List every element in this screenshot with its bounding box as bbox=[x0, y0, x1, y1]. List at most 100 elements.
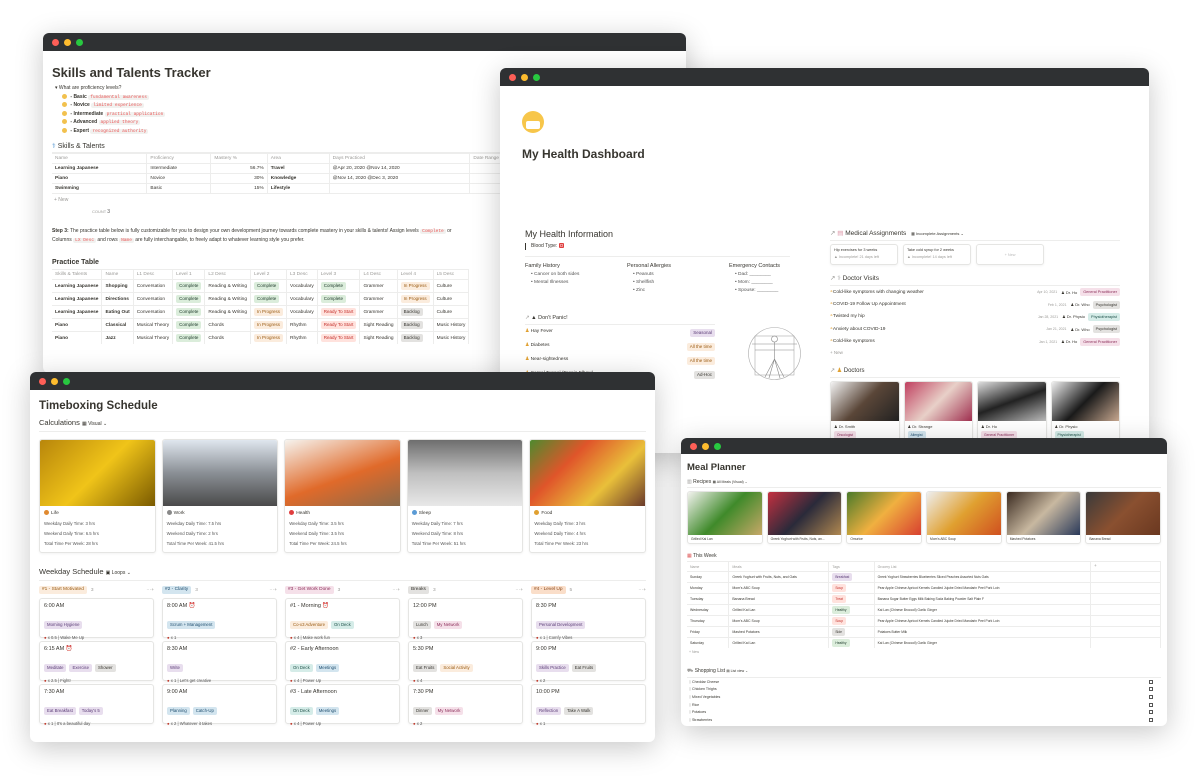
column-add-button[interactable]: + bbox=[274, 588, 277, 593]
table-row[interactable]: Learning Japanese Eating Out Conversation C… bbox=[52, 305, 470, 319]
checkbox[interactable] bbox=[1149, 694, 1153, 699]
table-row[interactable]: Saturday Grilled Kai Lan Healthy Kai Lan (C… bbox=[687, 637, 1161, 648]
column-header[interactable]: Breaks 3 ··· + bbox=[408, 586, 523, 594]
recipe-card[interactable]: Greek Yoghurt with Fruits, Nuts, an... bbox=[766, 491, 843, 544]
cell-name[interactable]: Learning Japanese bbox=[52, 162, 148, 173]
status-tag[interactable]: Complete bbox=[254, 295, 280, 303]
visit-row[interactable]: ◓ Twisted my hip Jan 28, 2021 ♟ Dr. Physio… bbox=[830, 311, 1120, 323]
schedule-card[interactable]: 7:30 PM Dinner My Network ● x 2 bbox=[408, 684, 523, 726]
minimize-window-button[interactable] bbox=[51, 377, 58, 385]
maximize-window-button[interactable] bbox=[76, 38, 83, 46]
status-tag[interactable]: Complete bbox=[320, 282, 347, 290]
column-header[interactable]: Name bbox=[687, 561, 730, 572]
column-header[interactable]: Name bbox=[52, 152, 148, 163]
condition-row[interactable]: ♟ Near-sightedness All the time bbox=[525, 354, 715, 367]
checkbox[interactable] bbox=[1149, 717, 1153, 722]
table-row[interactable]: Sunday Greek Yoghurt with Fruits, Nuts, a… bbox=[687, 571, 1161, 583]
column-header[interactable]: #4 - Level Up 5 ··· + bbox=[531, 586, 646, 594]
table-row[interactable]: Piano Classical Musical Theory Complete Chor… bbox=[52, 318, 470, 332]
column-header[interactable]: Proficiency bbox=[146, 152, 212, 163]
close-window-button[interactable] bbox=[690, 442, 697, 450]
table-row[interactable]: Monday Mom's ABC Soup Soup Pear Apple Chine… bbox=[687, 582, 1161, 594]
status-tag[interactable]: Backlog bbox=[400, 334, 423, 342]
category-card[interactable]: Work Weekday Daily Time: 7.5 hrs Weekend D… bbox=[161, 439, 279, 553]
checkbox[interactable] bbox=[1149, 710, 1153, 715]
shopping-item[interactable]: ▯ Potatoes bbox=[687, 708, 1161, 716]
column-header[interactable]: L1 Desc bbox=[133, 269, 174, 280]
close-window-button[interactable] bbox=[52, 38, 59, 46]
column-header[interactable]: Area bbox=[267, 152, 330, 163]
cell[interactable]: Piano bbox=[52, 318, 103, 332]
checkbox[interactable] bbox=[1149, 687, 1153, 692]
cell[interactable]: Learning Japanese bbox=[52, 279, 103, 293]
status-tag[interactable]: Ready To Start bbox=[320, 321, 357, 329]
cell[interactable]: Piano bbox=[52, 331, 103, 344]
table-row[interactable]: Learning Japanese Shopping Conversation Com… bbox=[52, 279, 470, 293]
calc-view-selector[interactable]: ▦ Visual ⌄ bbox=[82, 421, 107, 427]
checkbox[interactable] bbox=[1149, 679, 1153, 684]
schedule-card[interactable]: #3 - Late Afternoon On Deck Meetings ● x 4 … bbox=[285, 684, 400, 726]
shopping-item[interactable]: ▯ Strawberries bbox=[687, 716, 1161, 724]
status-tag[interactable]: In Progress bbox=[254, 308, 284, 316]
recipe-card[interactable]: Mashed Potatoes bbox=[1005, 491, 1082, 544]
column-header[interactable]: Days Practiced bbox=[329, 152, 471, 163]
shopping-item[interactable]: ▯ Chicken Thighs bbox=[687, 686, 1161, 694]
table-row[interactable]: Thursday Mom's ABC Soup Soup Pear Apple Chi… bbox=[687, 615, 1161, 627]
category-card[interactable]: Life Weekday Daily Time: 3 hrs Weekend Dai… bbox=[39, 439, 156, 553]
table-row[interactable]: Tuesday Banana Bread Treat Banana Sugar But… bbox=[687, 593, 1161, 605]
visit-row[interactable]: ◓ COVID-19 Follow Up Appointment Feb 1, 2… bbox=[830, 298, 1120, 310]
column-add-button[interactable]: + bbox=[397, 588, 400, 593]
status-tag[interactable]: In Progress bbox=[400, 282, 430, 290]
column-header[interactable]: Level 3 bbox=[317, 269, 361, 280]
schedule-card[interactable]: 6:00 AM Morning Hygiene ● x 0.5 | Wake Me … bbox=[39, 598, 154, 640]
schedule-card[interactable]: #2 - Early Afternoon On Deck Meetings ● x 4… bbox=[285, 641, 400, 683]
table-row[interactable]: Wednesday Grilled Kai Lan Healthy Kai Lan (… bbox=[687, 604, 1161, 616]
condition-row[interactable]: ♟ Hay Fever Seasonal bbox=[525, 326, 715, 339]
table-row[interactable]: Learning Japanese Directions Conversation C… bbox=[52, 292, 470, 306]
column-header[interactable]: L3 Desc bbox=[286, 269, 318, 280]
status-tag[interactable]: Ready To Start bbox=[320, 308, 357, 316]
cell-name[interactable]: Swimming bbox=[52, 182, 148, 193]
column-header[interactable]: Level 2 bbox=[250, 269, 288, 280]
column-header[interactable]: #2 - Clarity 3 ··· + bbox=[162, 586, 277, 594]
column-header[interactable]: L5 Desc bbox=[433, 269, 470, 280]
cell-meal[interactable]: Grilled Kai Lan bbox=[728, 637, 830, 648]
column-header[interactable]: Level 4 bbox=[397, 269, 434, 280]
add-column-button[interactable]: + bbox=[1090, 561, 1161, 572]
recipe-card[interactable]: Banana Bread bbox=[1085, 491, 1162, 544]
shopping-item[interactable]: ▯ Mixed Vegetables bbox=[687, 693, 1161, 701]
schedule-card[interactable]: 8:30 AM Write ● x 1 | Let's get creative bbox=[162, 641, 277, 683]
schedule-card[interactable]: 9:00 AM Planning Catch-Up ● x 2 | Whatever … bbox=[162, 684, 277, 726]
status-tag[interactable]: Backlog bbox=[400, 308, 423, 316]
column-add-button[interactable]: + bbox=[520, 588, 523, 593]
column-header[interactable]: Grocery List bbox=[874, 561, 1092, 572]
column-header[interactable]: Level 1 bbox=[172, 269, 206, 280]
visit-row[interactable]: ◓ Cold-like symptoms with changing weath… bbox=[830, 286, 1120, 298]
table-row[interactable]: Piano Jazz Musical Theory Complete Chords In … bbox=[52, 331, 470, 344]
status-tag[interactable]: Complete bbox=[254, 282, 280, 290]
assignments-view-selector[interactable]: ▦ Incomplete Assignments ⌄ bbox=[911, 231, 964, 236]
column-header[interactable]: #1 - Start Motivated 3 ··· + bbox=[39, 586, 154, 594]
status-tag[interactable]: Complete bbox=[176, 334, 202, 342]
schedule-card[interactable]: 9:00 PM Skills Practice Eat Fruits ● x 2 bbox=[531, 641, 646, 683]
column-add-button[interactable]: + bbox=[151, 588, 154, 593]
maximize-window-button[interactable] bbox=[63, 377, 70, 385]
recipes-view-selector[interactable]: ▦ All Meals (Visual) ⌄ bbox=[713, 480, 748, 484]
new-day-button[interactable]: + New bbox=[687, 648, 1161, 656]
assignment-card[interactable]: Take cold syrup for 2 weeks ▲ Incomplete!… bbox=[903, 244, 971, 265]
cell[interactable]: Learning Japanese bbox=[52, 305, 103, 319]
schedule-card[interactable]: 6:15 AM ⏰ Meditate Exercise Shower ● x 2.5 |… bbox=[39, 641, 154, 683]
cell-meal[interactable]: Mom's ABC Soup bbox=[728, 615, 830, 627]
cell-meal[interactable]: Banana Bread bbox=[728, 593, 830, 605]
schedule-card[interactable]: 8:30 PM Personal Development ● x 1 | Comfy… bbox=[531, 598, 646, 640]
status-tag[interactable]: Complete bbox=[320, 295, 347, 303]
schedule-card[interactable]: 7:30 AM Eat Breakfast Today's 5 ● x 1 | It'… bbox=[39, 684, 154, 726]
column-header[interactable]: L4 Desc bbox=[359, 269, 398, 280]
status-tag[interactable]: In Progress bbox=[254, 321, 284, 329]
schedule-card[interactable]: 10:00 PM Reflection Take A Walk ● x 1 bbox=[531, 684, 646, 726]
minimize-window-button[interactable] bbox=[521, 73, 528, 81]
schedule-view-selector[interactable]: ▣ Loops ⌄ bbox=[106, 570, 131, 576]
shopping-view-selector[interactable]: ▤ List view ⌄ bbox=[726, 669, 748, 673]
schedule-card[interactable]: 12:00 PM Lunch My Network ● x 3 bbox=[408, 598, 523, 640]
recipe-card[interactable]: Omurice bbox=[846, 491, 923, 544]
